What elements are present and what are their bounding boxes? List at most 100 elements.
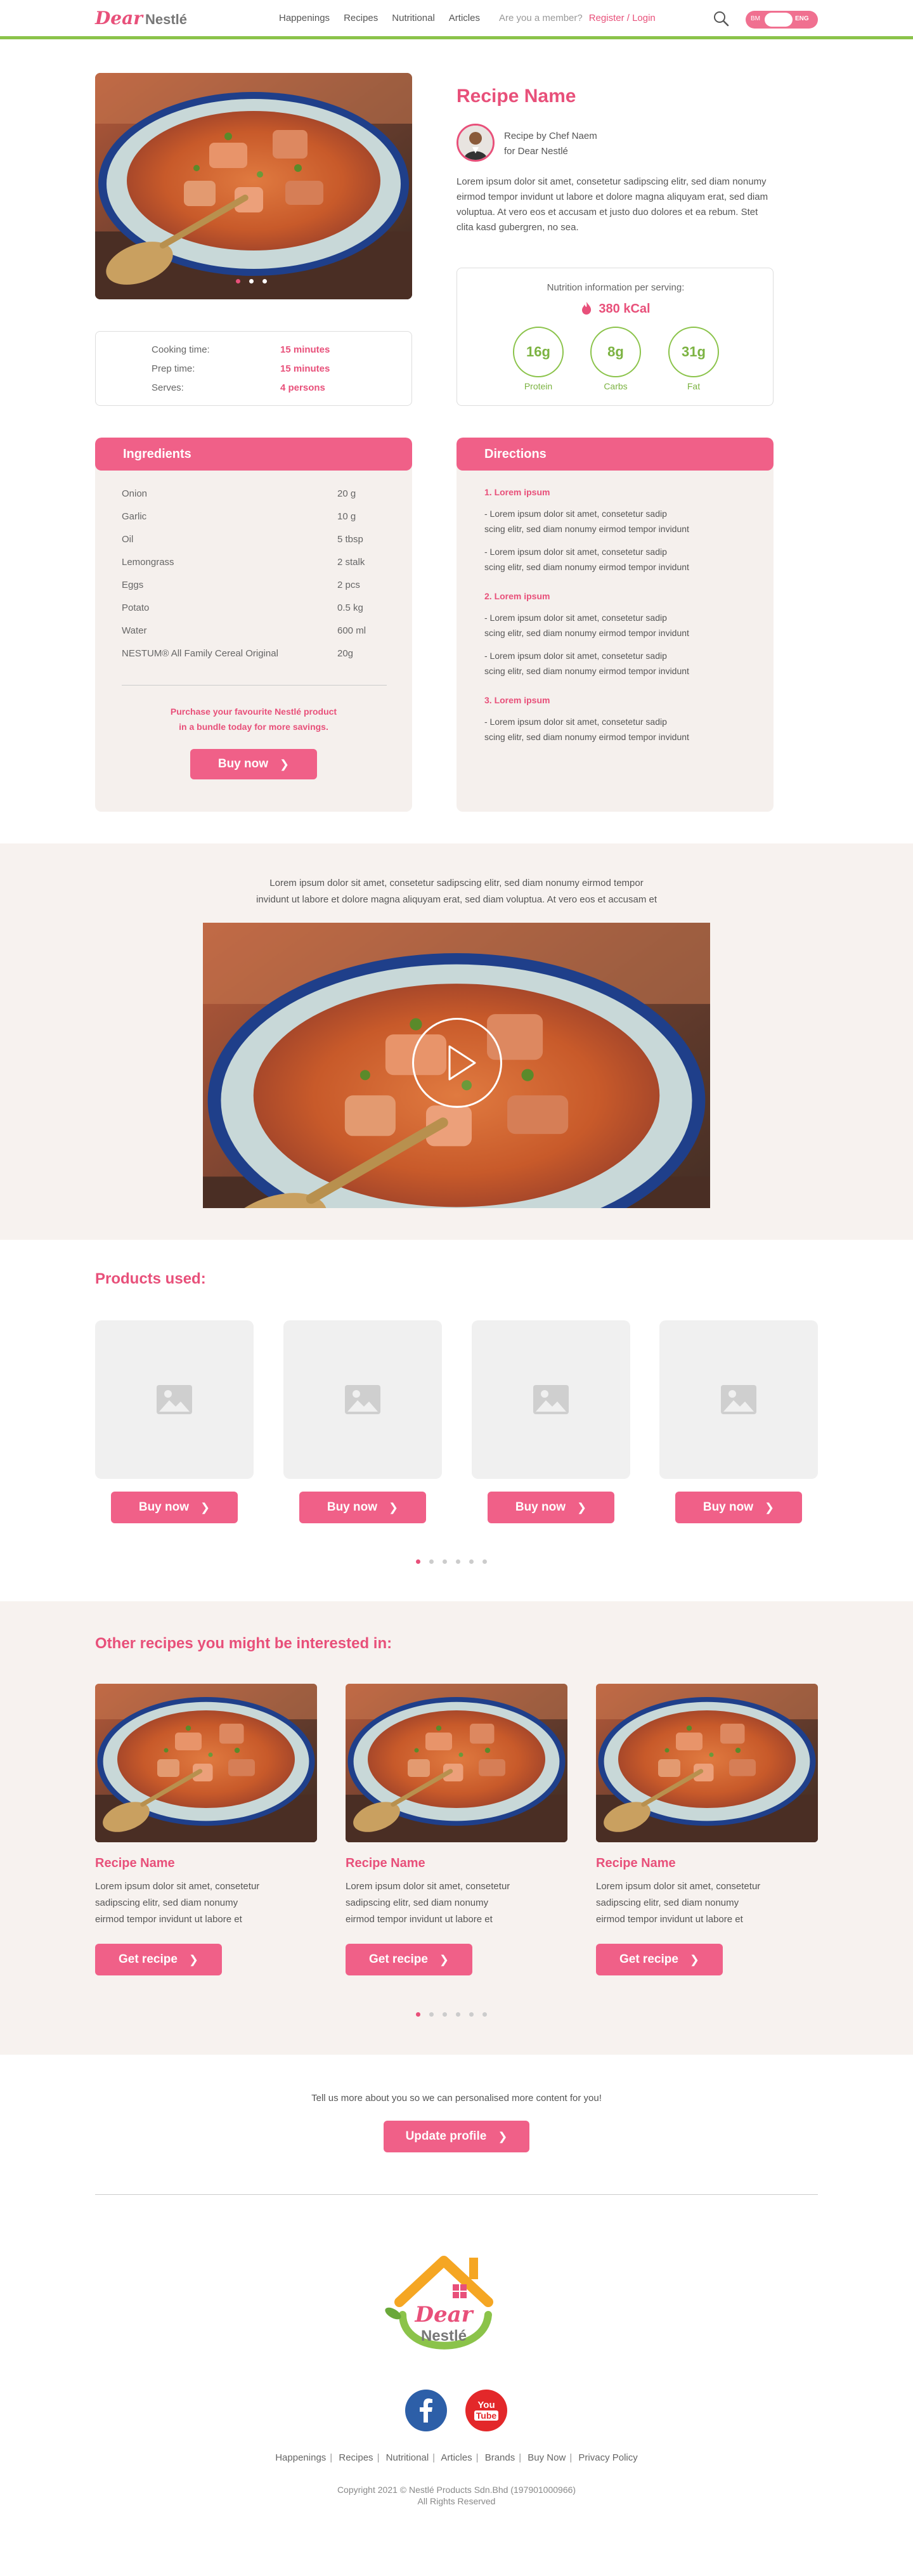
- image-placeholder-icon: [157, 1385, 192, 1414]
- pagination-dot[interactable]: [429, 2012, 434, 2017]
- footer-link-brands[interactable]: Brands: [485, 2452, 515, 2463]
- pagination-dot[interactable]: [416, 1559, 420, 1564]
- rights-line: All Rights Reserved: [417, 2496, 496, 2506]
- product-card[interactable]: [283, 1320, 442, 1479]
- pagination-dot[interactable]: [469, 2012, 474, 2017]
- recipe-card-image[interactable]: [95, 1684, 317, 1842]
- nav-happenings[interactable]: Happenings: [279, 13, 330, 23]
- flame-icon: [582, 302, 592, 315]
- footer-link-happenings[interactable]: Happenings: [275, 2452, 326, 2463]
- pagination-dot[interactable]: [249, 279, 254, 283]
- pagination-dot[interactable]: [482, 1559, 487, 1564]
- pagination-dot[interactable]: [456, 1559, 460, 1564]
- get-recipe-button[interactable]: Get recipe ❯: [95, 1944, 222, 1975]
- recipe-card-name[interactable]: Recipe Name: [346, 1856, 567, 1871]
- search-icon[interactable]: [713, 10, 729, 27]
- recipe-card[interactable]: Recipe Name Lorem ipsum dolor sit amet, …: [95, 1684, 317, 1928]
- youtube-link[interactable]: You Tube: [465, 2390, 507, 2431]
- recipe-card-name[interactable]: Recipe Name: [95, 1856, 317, 1871]
- direction-line: scing elitr, sed diam nonumy eirmod temp…: [484, 732, 689, 742]
- product-card[interactable]: [95, 1320, 254, 1479]
- site-header: Dear Nestlé Happenings Recipes Nutritiona…: [0, 0, 913, 39]
- nav-articles[interactable]: Articles: [449, 13, 480, 23]
- recipe-card-name[interactable]: Recipe Name: [596, 1856, 818, 1871]
- ingredient-name: Water: [122, 625, 147, 636]
- dear-nestle-logo[interactable]: Dear Nestlé: [95, 8, 187, 29]
- get-recipe-label: Get recipe: [118, 1953, 178, 1966]
- pagination-dot[interactable]: [443, 2012, 447, 2017]
- get-recipe-button[interactable]: Get recipe ❯: [596, 1944, 723, 1975]
- recipe-card[interactable]: Recipe Name Lorem ipsum dolor sit amet, …: [346, 1684, 567, 1928]
- get-recipe-button[interactable]: Get recipe ❯: [346, 1944, 472, 1975]
- ingredient-row: Onion 20 g: [122, 488, 375, 499]
- footer-link-nutritional[interactable]: Nutritional: [386, 2452, 429, 2463]
- nav-nutritional[interactable]: Nutritional: [392, 13, 435, 23]
- serves-row: Serves: 4 persons: [152, 382, 325, 393]
- pagination-dot[interactable]: [456, 2012, 460, 2017]
- logo-nestle: Nestlé: [145, 11, 188, 27]
- recipes-pagination[interactable]: [416, 2012, 487, 2017]
- footer-link-articles[interactable]: Articles: [441, 2452, 472, 2463]
- direction-line: - Lorem ipsum dolor sit amet, consetetur…: [484, 717, 667, 727]
- facebook-link[interactable]: [405, 2390, 447, 2431]
- footer-link-privacy-policy[interactable]: Privacy Policy: [578, 2452, 637, 2463]
- direction-line: scing elitr, sed diam nonumy eirmod temp…: [484, 666, 689, 676]
- pagination-dot[interactable]: [469, 1559, 474, 1564]
- ingredient-row: Garlic 10 g: [122, 511, 375, 522]
- chef-line-2: for Dear Nestlé: [504, 146, 568, 157]
- footer-link-recipes[interactable]: Recipes: [339, 2452, 373, 2463]
- separator: |: [330, 2452, 333, 2463]
- carbs-label: Carbs: [604, 381, 628, 391]
- copyright-line: Copyright 2021 © Nestlé Products Sdn.Bhd…: [337, 2485, 576, 2495]
- directions-heading: Directions: [456, 438, 774, 471]
- recipe-card[interactable]: Recipe Name Lorem ipsum dolor sit amet, …: [596, 1684, 818, 1928]
- product-buy-now-button[interactable]: Buy now ❯: [488, 1492, 614, 1523]
- chevron-right-icon: ❯: [188, 1953, 199, 1966]
- buy-now-label: Buy now: [327, 1500, 378, 1514]
- other-recipes-heading: Other recipes you might be interested in…: [95, 1635, 392, 1652]
- ingredient-row: Eggs 2 pcs: [122, 580, 375, 590]
- pagination-dot[interactable]: [262, 279, 267, 283]
- register-login-link[interactable]: Register / Login: [589, 13, 656, 23]
- direction-text: - Lorem ipsum dolor sit amet, consetetur…: [484, 714, 751, 745]
- pagination-dot[interactable]: [482, 2012, 487, 2017]
- product-buy-now-button[interactable]: Buy now ❯: [675, 1492, 802, 1523]
- serves-value: 4 persons: [280, 382, 325, 393]
- products-pagination[interactable]: [416, 1559, 487, 1564]
- update-profile-label: Update profile: [405, 2130, 487, 2143]
- chef-credit: Recipe by Chef Naem for Dear Nestlé: [504, 129, 597, 159]
- pagination-dot[interactable]: [416, 2012, 420, 2017]
- chevron-right-icon: ❯: [389, 1500, 399, 1514]
- footer-link-buy-now[interactable]: Buy Now: [528, 2452, 566, 2463]
- ingredients-buy-now-button[interactable]: Buy now ❯: [190, 749, 317, 779]
- video-section: Lorem ipsum dolor sit amet, consetetur s…: [0, 843, 913, 1240]
- promo-line-2: in a bundle today for more savings.: [179, 722, 328, 732]
- pagination-dot[interactable]: [429, 1559, 434, 1564]
- direction-line: scing elitr, sed diam nonumy eirmod temp…: [484, 562, 689, 572]
- pagination-dot[interactable]: [236, 279, 240, 283]
- product-buy-now-button[interactable]: Buy now ❯: [111, 1492, 238, 1523]
- pagination-dot[interactable]: [443, 1559, 447, 1564]
- chevron-right-icon: ❯: [498, 2130, 508, 2143]
- logo-dear: Dear: [95, 8, 143, 29]
- member-question: Are you a member?: [498, 13, 583, 23]
- update-profile-button[interactable]: Update profile ❯: [384, 2121, 529, 2152]
- direction-line: - Lorem ipsum dolor sit amet, consetetur…: [484, 651, 667, 661]
- product-card[interactable]: [659, 1320, 818, 1479]
- recipe-card-image[interactable]: [596, 1684, 818, 1842]
- macro-fat: 31g Fat: [668, 327, 719, 391]
- separator: |: [476, 2452, 479, 2463]
- recipe-card-description: Lorem ipsum dolor sit amet, consetetur sa…: [346, 1878, 567, 1928]
- footer-logo[interactable]: Dear Nestlé: [374, 2239, 514, 2369]
- recipe-card-image[interactable]: [346, 1684, 567, 1842]
- nav-recipes[interactable]: Recipes: [344, 13, 378, 23]
- language-toggle[interactable]: BM ENG: [746, 11, 818, 29]
- nutrition-title: Nutrition information per serving:: [547, 282, 685, 293]
- product-buy-now-button[interactable]: Buy now ❯: [299, 1492, 426, 1523]
- play-button[interactable]: [412, 1018, 502, 1108]
- ingredient-qty: 0.5 kg: [337, 602, 363, 613]
- ingredient-name: NESTUM® All Family Cereal Original: [122, 648, 278, 659]
- product-card[interactable]: [472, 1320, 630, 1479]
- image-placeholder-icon: [533, 1385, 569, 1414]
- recipe-video[interactable]: [203, 923, 710, 1208]
